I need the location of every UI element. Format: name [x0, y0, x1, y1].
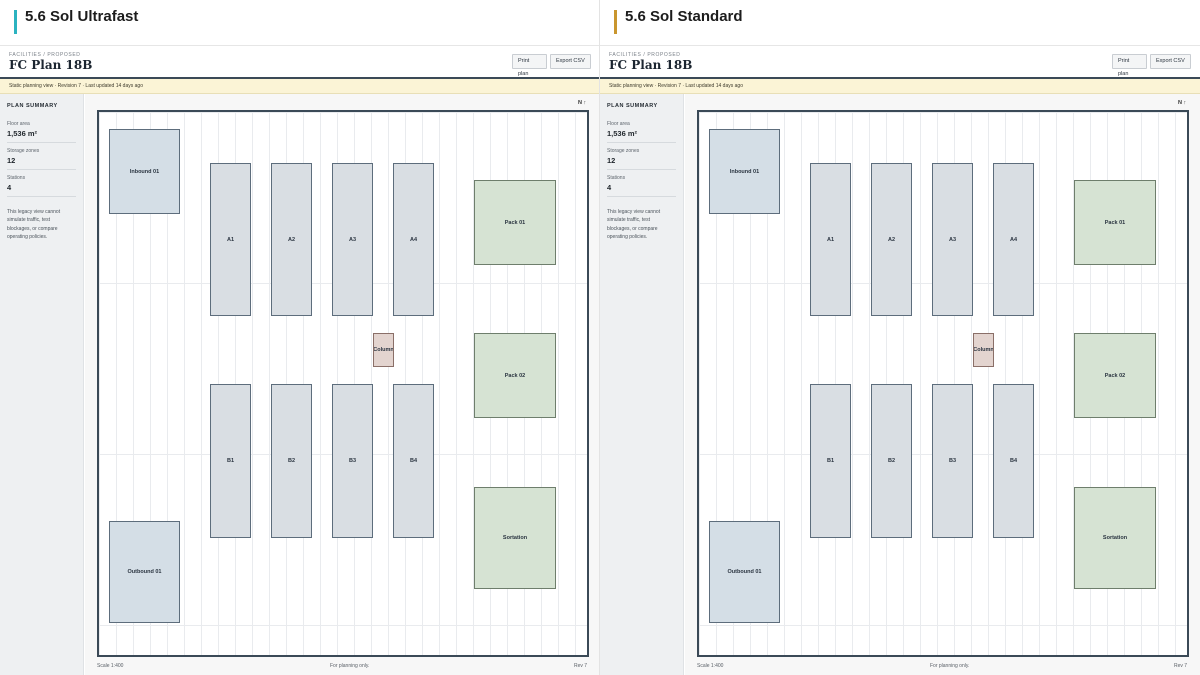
- export-csv-button[interactable]: Export CSV: [550, 54, 591, 69]
- model-title-bar: 5.6 Sol Ultrafast: [0, 0, 600, 46]
- plan-summary-sidebar: PLAN SUMMARY Floor area 1,536 m² Storage…: [0, 94, 84, 675]
- stations-label: Stations: [7, 175, 26, 181]
- page-title: FC Plan 18B: [609, 58, 693, 72]
- page-title: FC Plan 18B: [9, 58, 93, 72]
- north-arrow-icon: N ↑: [578, 100, 587, 106]
- comparison-panel-left: 5.6 Sol Ultrafast FACILITIES / PROPOSED …: [0, 0, 600, 675]
- floor-plan: Inbound 01 A1 A2 A3 A4 Pack 01 Column Pa…: [697, 110, 1189, 657]
- legacy-view-note: This legacy view cannot simulate traffic…: [7, 209, 61, 240]
- planning-note: For planning only.: [330, 663, 370, 669]
- scale-label: Scale 1:400: [97, 663, 124, 669]
- export-csv-button[interactable]: Export CSV: [1150, 54, 1191, 69]
- legacy-view-note: This legacy view cannot simulate traffic…: [607, 209, 661, 240]
- model-accent-bar: [14, 10, 17, 34]
- revision-label: Rev 7: [1174, 663, 1188, 669]
- zone-sortation[interactable]: Sortation: [1074, 487, 1156, 589]
- floor-area-value: 1,536 m²: [7, 129, 38, 138]
- model-title-bar: 5.6 Sol Standard: [600, 0, 1200, 46]
- print-plan-button[interactable]: Print plan: [1112, 54, 1147, 77]
- floor-plan: Inbound 01 A1 A2 A3 A4 Pack 01 Column Pa…: [97, 110, 589, 657]
- storage-zones-value: 12: [7, 156, 16, 165]
- zone-rack-b2[interactable]: B2: [871, 384, 912, 538]
- zone-rack-b3[interactable]: B3: [932, 384, 973, 538]
- floor-area-stat: Floor area 1,536 m²: [607, 121, 677, 138]
- status-notice: Static planning view · Revision 7 · Last…: [600, 79, 1200, 94]
- zone-column[interactable]: Column: [973, 333, 994, 367]
- stations-label: Stations: [607, 175, 626, 181]
- zone-rack-b2[interactable]: B2: [271, 384, 312, 538]
- zone-rack-a2[interactable]: A2: [871, 163, 912, 316]
- zone-rack-b4[interactable]: B4: [393, 384, 434, 538]
- zone-rack-a1[interactable]: A1: [810, 163, 851, 316]
- divider: [607, 196, 676, 197]
- divider: [7, 196, 76, 197]
- north-arrow-icon: N ↑: [1178, 100, 1187, 106]
- print-plan-button[interactable]: Print plan: [512, 54, 547, 77]
- zone-rack-b1[interactable]: B1: [810, 384, 851, 538]
- zone-rack-a1[interactable]: A1: [210, 163, 251, 316]
- planning-note: For planning only.: [930, 663, 970, 669]
- app-header: FACILITIES / PROPOSED FC Plan 18B Print …: [600, 46, 1200, 79]
- model-title: 5.6 Sol Ultrafast: [25, 8, 139, 25]
- zone-rack-a3[interactable]: A3: [332, 163, 373, 316]
- revision-label: Rev 7: [574, 663, 588, 669]
- zone-rack-b1[interactable]: B1: [210, 384, 251, 538]
- zone-pack-01[interactable]: Pack 01: [474, 180, 556, 265]
- zone-rack-a3[interactable]: A3: [932, 163, 973, 316]
- floor-area-label: Floor area: [7, 121, 30, 127]
- floor-area-label: Floor area: [607, 121, 630, 127]
- zone-pack-02[interactable]: Pack 02: [474, 333, 556, 418]
- plan-summary-sidebar: PLAN SUMMARY Floor area 1,536 m² Storage…: [600, 94, 684, 675]
- plan-canvas: N ↑ Inbound 01 A1 A2 A3 A4 Pack 01 Colum…: [685, 94, 1200, 675]
- zone-column[interactable]: Column: [373, 333, 394, 367]
- zone-rack-a4[interactable]: A4: [393, 163, 434, 316]
- zone-pack-02[interactable]: Pack 02: [1074, 333, 1156, 418]
- model-accent-bar: [614, 10, 617, 34]
- sidebar-title: PLAN SUMMARY: [607, 103, 658, 109]
- stations-stat: Stations 4: [7, 175, 77, 192]
- app-header: FACILITIES / PROPOSED FC Plan 18B Print …: [0, 46, 600, 79]
- storage-zones-value: 12: [607, 156, 616, 165]
- plan-canvas: N ↑ Inbound 01 A1 A2 A3 A4 Pack 01 Colum…: [85, 94, 600, 675]
- floor-area-stat: Floor area 1,536 m²: [7, 121, 77, 138]
- status-notice: Static planning view · Revision 7 · Last…: [0, 79, 600, 94]
- zone-rack-b4[interactable]: B4: [993, 384, 1034, 538]
- storage-zones-label: Storage zones: [607, 148, 640, 154]
- stations-stat: Stations 4: [607, 175, 677, 192]
- sidebar-title: PLAN SUMMARY: [7, 103, 58, 109]
- divider: [607, 169, 676, 170]
- floor-area-value: 1,536 m²: [607, 129, 638, 138]
- storage-zones-stat: Storage zones 12: [607, 148, 677, 165]
- divider: [607, 142, 676, 143]
- zone-inbound-01[interactable]: Inbound 01: [109, 129, 180, 214]
- storage-zones-label: Storage zones: [7, 148, 40, 154]
- divider: [7, 169, 76, 170]
- stations-value: 4: [7, 183, 12, 192]
- model-title: 5.6 Sol Standard: [625, 8, 743, 25]
- zone-rack-a2[interactable]: A2: [271, 163, 312, 316]
- zone-rack-a4[interactable]: A4: [993, 163, 1034, 316]
- zone-inbound-01[interactable]: Inbound 01: [709, 129, 780, 214]
- zone-pack-01[interactable]: Pack 01: [1074, 180, 1156, 265]
- panel-divider: [599, 0, 600, 675]
- zone-rack-b3[interactable]: B3: [332, 384, 373, 538]
- zone-sortation[interactable]: Sortation: [474, 487, 556, 589]
- zone-outbound-01[interactable]: Outbound 01: [109, 521, 180, 623]
- stations-value: 4: [607, 183, 612, 192]
- storage-zones-stat: Storage zones 12: [7, 148, 77, 165]
- divider: [7, 142, 76, 143]
- zone-outbound-01[interactable]: Outbound 01: [709, 521, 780, 623]
- comparison-panel-right: 5.6 Sol Standard FACILITIES / PROPOSED F…: [600, 0, 1200, 675]
- scale-label: Scale 1:400: [697, 663, 724, 669]
